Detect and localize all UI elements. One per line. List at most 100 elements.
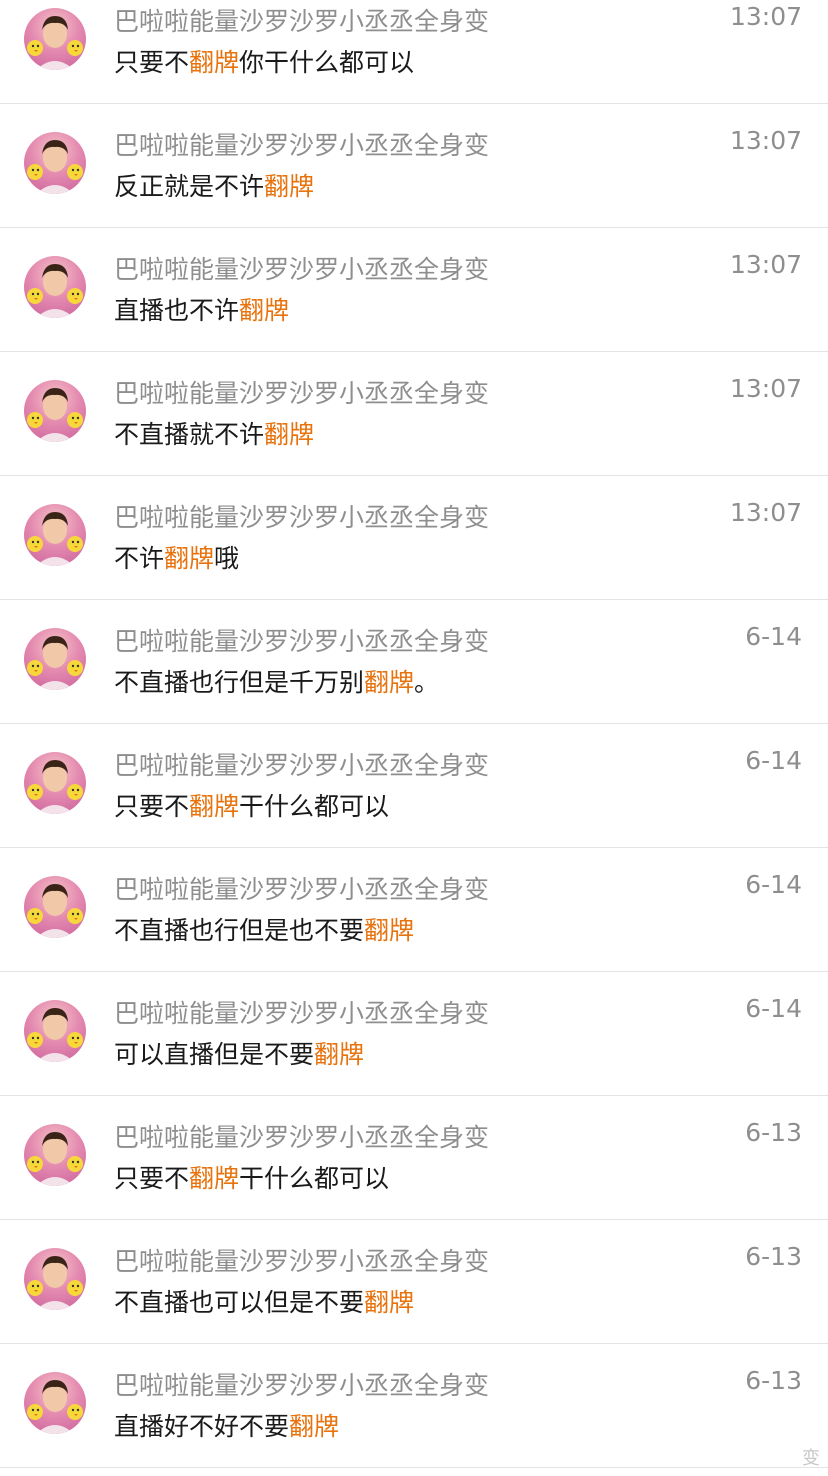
message-text: 只要不翻牌干什么都可以 [114,787,389,823]
highlight-keyword: 翻牌 [364,1288,415,1317]
avatar[interactable] [24,1248,86,1310]
message-time: 6-14 [745,622,802,651]
message-text-before: 不直播也可以但是不要 [114,1288,365,1317]
sender-name: 巴啦啦能量沙罗沙罗小丞丞全身变 [114,7,490,36]
message-text: 反正就是不许翻牌 [114,167,314,203]
highlight-keyword: 翻牌 [164,544,215,573]
message-time: 13:07 [729,2,802,31]
message-text-before: 直播好不好不要 [114,1412,290,1441]
avatar-image [27,1132,83,1186]
message-time: 13:07 [729,374,802,403]
avatar-image [27,1008,83,1062]
sender-name: 巴啦啦能量沙罗沙罗小丞丞全身变 [114,1247,490,1276]
message-row[interactable]: 巴啦啦能量沙罗沙罗小丞丞全身变 13:07 不直播就不许翻牌 [0,352,828,476]
message-text-after: 。 [414,668,440,697]
message-text-before: 反正就是不许 [114,172,265,201]
message-text-before: 可以直播但是不要 [114,1040,315,1069]
highlight-keyword: 翻牌 [189,48,240,77]
message-text: 不许翻牌哦 [114,539,239,575]
sender-name: 巴啦啦能量沙罗沙罗小丞丞全身变 [114,131,490,160]
message-row[interactable]: 巴啦啦能量沙罗沙罗小丞丞全身变 6-14 可以直播但是不要翻牌 [0,972,828,1096]
avatar[interactable] [24,504,86,566]
avatar[interactable] [24,752,86,814]
sender-name: 巴啦啦能量沙罗沙罗小丞丞全身变 [114,875,490,904]
message-row[interactable]: 巴啦啦能量沙罗沙罗小丞丞全身变 13:07 直播也不许翻牌 [0,228,828,352]
message-text-after: 干什么都可以 [239,1164,390,1193]
sender-name: 巴啦啦能量沙罗沙罗小丞丞全身变 [114,1123,490,1152]
avatar[interactable] [24,256,86,318]
message-text-before: 只要不 [114,1164,190,1193]
message-text: 不直播也可以但是不要翻牌 [114,1283,414,1319]
avatar-image [27,512,83,566]
sender-name: 巴啦啦能量沙罗沙罗小丞丞全身变 [114,503,490,532]
message-text: 只要不翻牌干什么都可以 [114,1159,389,1195]
avatar-image [27,636,83,690]
message-text: 只要不翻牌你干什么都可以 [114,43,414,79]
message-text-after: 哦 [214,544,240,573]
watermark-text: 变 [802,1448,820,1469]
message-text: 不直播也行但是千万别翻牌。 [114,663,439,699]
message-text-before: 不许 [114,544,165,573]
avatar-image [27,1256,83,1310]
highlight-keyword: 翻牌 [364,668,415,697]
avatar-image [27,140,83,194]
message-text-before: 不直播就不许 [114,420,265,449]
avatar[interactable] [24,1372,86,1434]
message-text: 不直播也行但是也不要翻牌 [114,911,414,947]
sender-name: 巴啦啦能量沙罗沙罗小丞丞全身变 [114,1371,490,1400]
message-text-before: 只要不 [114,792,190,821]
message-time: 13:07 [729,250,802,279]
avatar-image [27,388,83,442]
message-row[interactable]: 巴啦啦能量沙罗沙罗小丞丞全身变 6-14 不直播也行但是千万别翻牌。 [0,600,828,724]
message-time: 6-13 [745,1366,802,1395]
highlight-keyword: 翻牌 [314,1040,365,1069]
avatar[interactable] [24,380,86,442]
avatar[interactable] [24,132,86,194]
avatar-image [27,1380,83,1434]
message-row[interactable]: 巴啦啦能量沙罗沙罗小丞丞全身变 6-13 直播好不好不要翻牌 [0,1344,828,1468]
sender-name: 巴啦啦能量沙罗沙罗小丞丞全身变 [114,379,490,408]
message-time: 6-14 [745,870,802,899]
message-text: 不直播就不许翻牌 [114,415,314,451]
message-row[interactable]: 巴啦啦能量沙罗沙罗小丞丞全身变 6-13 不直播也可以但是不要翻牌 [0,1220,828,1344]
avatar[interactable] [24,1000,86,1062]
message-text-before: 直播也不许 [114,296,240,325]
message-row[interactable]: 巴啦啦能量沙罗沙罗小丞丞全身变 6-14 只要不翻牌干什么都可以 [0,724,828,848]
sender-name: 巴啦啦能量沙罗沙罗小丞丞全身变 [114,751,490,780]
highlight-keyword: 翻牌 [289,1412,340,1441]
message-text-after: 干什么都可以 [239,792,390,821]
message-row[interactable]: 巴啦啦能量沙罗沙罗小丞丞全身变 13:07 不许翻牌哦 [0,476,828,600]
message-list: 巴啦啦能量沙罗沙罗小丞丞全身变 13:07 只要不翻牌你干什么都可以 巴啦啦能量… [0,0,828,1468]
avatar[interactable] [24,1124,86,1186]
highlight-keyword: 翻牌 [239,296,290,325]
message-row[interactable]: 巴啦啦能量沙罗沙罗小丞丞全身变 13:07 反正就是不许翻牌 [0,104,828,228]
message-time: 6-14 [745,746,802,775]
message-text-before: 不直播也行但是千万别 [114,668,365,697]
message-text-before: 不直播也行但是也不要 [114,916,365,945]
message-row[interactable]: 巴啦啦能量沙罗沙罗小丞丞全身变 6-13 只要不翻牌干什么都可以 [0,1096,828,1220]
avatar-image [27,760,83,814]
message-time: 13:07 [729,498,802,527]
avatar-image [27,884,83,938]
avatar-image [27,16,83,70]
highlight-keyword: 翻牌 [364,916,415,945]
message-row[interactable]: 巴啦啦能量沙罗沙罗小丞丞全身变 6-14 不直播也行但是也不要翻牌 [0,848,828,972]
message-text-before: 只要不 [114,48,190,77]
avatar[interactable] [24,876,86,938]
message-row[interactable]: 巴啦啦能量沙罗沙罗小丞丞全身变 13:07 只要不翻牌你干什么都可以 [0,0,828,104]
sender-name: 巴啦啦能量沙罗沙罗小丞丞全身变 [114,627,490,656]
message-time: 6-14 [745,994,802,1023]
highlight-keyword: 翻牌 [189,792,240,821]
avatar[interactable] [24,8,86,70]
highlight-keyword: 翻牌 [189,1164,240,1193]
sender-name: 巴啦啦能量沙罗沙罗小丞丞全身变 [114,999,490,1028]
message-time: 6-13 [745,1118,802,1147]
avatar[interactable] [24,628,86,690]
highlight-keyword: 翻牌 [264,172,315,201]
message-text: 直播也不许翻牌 [114,291,289,327]
sender-name: 巴啦啦能量沙罗沙罗小丞丞全身变 [114,255,490,284]
message-time: 6-13 [745,1242,802,1271]
highlight-keyword: 翻牌 [264,420,315,449]
message-time: 13:07 [729,126,802,155]
message-text: 直播好不好不要翻牌 [114,1407,339,1443]
